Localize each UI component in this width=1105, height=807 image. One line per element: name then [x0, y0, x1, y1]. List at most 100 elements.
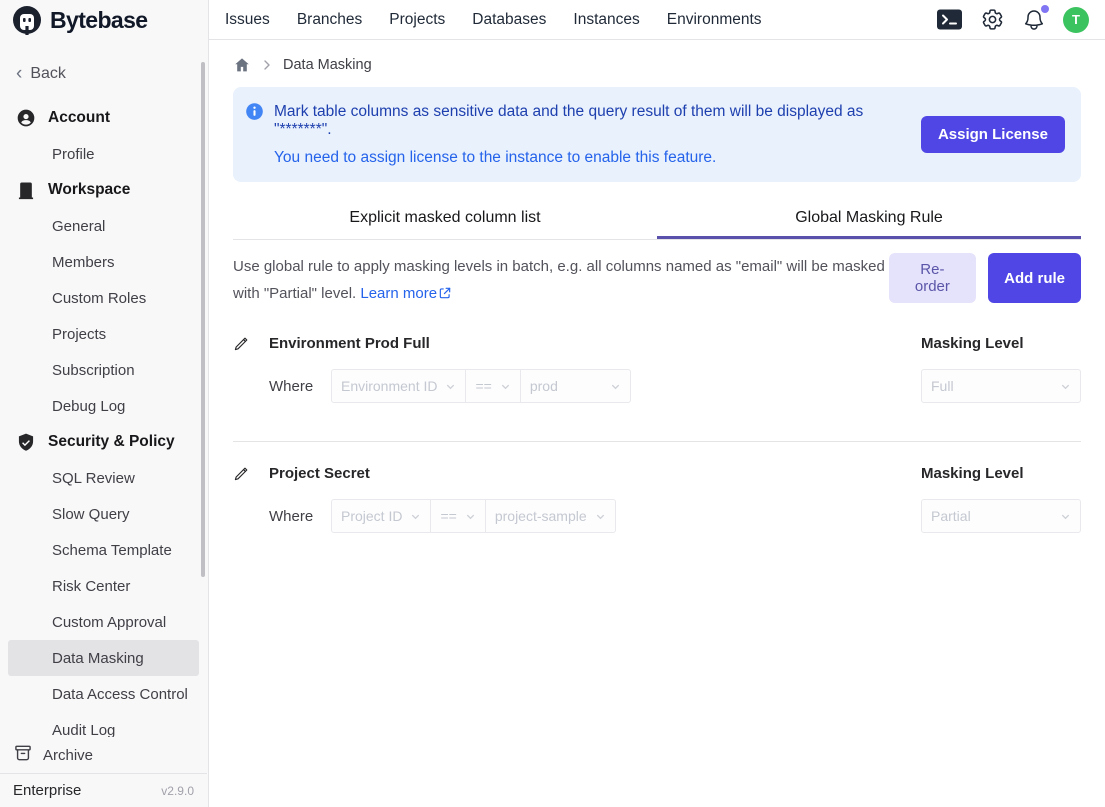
archive-label: Archive: [43, 747, 93, 764]
gear-icon[interactable]: [980, 7, 1005, 32]
reorder-button[interactable]: Re-order: [889, 253, 977, 303]
breadcrumb-current: Data Masking: [283, 57, 372, 73]
chevron-down-icon: [465, 511, 476, 522]
banner-text: Mark table columns as sensitive data and…: [274, 102, 911, 167]
sidebar-item-data-access-control[interactable]: Data Access Control: [8, 676, 199, 712]
add-rule-button[interactable]: Add rule: [988, 253, 1081, 303]
masking-level-select[interactable]: Full: [921, 369, 1081, 403]
chevron-down-icon: [500, 381, 511, 392]
archive-icon: [13, 743, 33, 767]
banner-line1: Mark table columns as sensitive data and…: [274, 103, 911, 139]
sidebar-item-data-masking[interactable]: Data Masking: [8, 640, 199, 676]
building-icon: [16, 180, 36, 200]
main-content: Data Masking Mark table columns as sensi…: [209, 40, 1105, 807]
sidebar-section-account: Account: [8, 100, 199, 136]
bytebase-settings-page: Bytebase ‹ Back Account Profile Workspac…: [0, 0, 1105, 807]
condition-value-select[interactable]: prod: [520, 369, 631, 403]
rule-actions: Re-order Add rule: [889, 253, 1081, 303]
condition-group: Project ID == project-sample: [331, 499, 616, 533]
sidebar-item-risk-center[interactable]: Risk Center: [8, 568, 199, 604]
top-navigation-bar: Issues Branches Projects Databases Insta…: [209, 0, 1105, 40]
masking-level-label: Masking Level: [921, 335, 1081, 352]
sidebar-item-archive[interactable]: Archive: [0, 737, 207, 773]
section-label: Account: [48, 109, 110, 127]
masking-level-label: Masking Level: [921, 465, 1081, 482]
sidebar-section-workspace: Workspace: [8, 172, 199, 208]
breadcrumb: Data Masking: [233, 52, 1081, 78]
sidebar-section-security-policy: Security & Policy: [8, 424, 199, 460]
chevron-down-icon: [410, 511, 421, 522]
masking-level-select[interactable]: Partial: [921, 499, 1081, 533]
rule-title: Project Secret: [269, 465, 921, 482]
sidebar-item-members[interactable]: Members: [8, 244, 199, 280]
topbar-actions: T: [936, 7, 1089, 33]
learn-more-label: Learn more: [360, 285, 437, 302]
rule-condition: Where Project ID == project-sample: [269, 499, 921, 533]
section-label: Security & Policy: [48, 433, 175, 451]
sidebar-item-schema-template[interactable]: Schema Template: [8, 532, 199, 568]
plan-label: Enterprise: [13, 782, 81, 799]
condition-operator-select[interactable]: ==: [465, 369, 520, 403]
condition-value-select[interactable]: project-sample: [485, 499, 616, 533]
bytebase-logo[interactable]: Bytebase: [0, 0, 208, 40]
nav-item-environments[interactable]: Environments: [667, 11, 762, 29]
edit-rule-icon[interactable]: [233, 465, 269, 482]
sidebar-item-profile[interactable]: Profile: [8, 136, 199, 172]
section-label: Workspace: [48, 181, 130, 199]
condition-factor-select[interactable]: Project ID: [331, 499, 431, 533]
condition-group: Environment ID == prod: [331, 369, 631, 403]
home-icon[interactable]: [233, 56, 251, 74]
sidebar-footer: Enterprise v2.9.0: [0, 773, 207, 807]
bytebase-logo-icon: [12, 5, 42, 35]
masking-tabs: Explicit masked column list Global Maski…: [233, 196, 1081, 240]
description-text: Use global rule to apply masking levels …: [233, 258, 885, 302]
masking-rule-environment-prod-full: Environment Prod Full Masking Level Wher…: [233, 335, 1081, 403]
bell-icon[interactable]: [1022, 8, 1046, 32]
avatar[interactable]: T: [1063, 7, 1089, 33]
banner-line2: You need to assign license to the instan…: [274, 149, 911, 167]
shield-check-icon: [16, 432, 36, 452]
brand-name: Bytebase: [50, 7, 147, 34]
chevron-down-icon: [595, 511, 606, 522]
sql-editor-icon[interactable]: [936, 8, 963, 31]
chevron-left-icon: ‹: [16, 64, 22, 83]
rule-condition: Where Environment ID == prod: [269, 369, 921, 403]
sidebar-nav: ‹ Back Account Profile Workspace General…: [0, 40, 207, 739]
edit-rule-icon[interactable]: [233, 335, 269, 352]
rule-list-header: Use global rule to apply masking levels …: [233, 253, 1081, 307]
sidebar-item-debug-log[interactable]: Debug Log: [8, 388, 199, 424]
nav-item-instances[interactable]: Instances: [573, 11, 639, 29]
condition-factor-select[interactable]: Environment ID: [331, 369, 466, 403]
nav-item-projects[interactable]: Projects: [389, 11, 445, 29]
rule-list-description: Use global rule to apply masking levels …: [233, 253, 889, 307]
chevron-right-icon: [261, 59, 273, 71]
where-label: Where: [269, 508, 331, 525]
chevron-down-icon: [610, 381, 621, 392]
learn-more-link[interactable]: Learn more: [360, 285, 452, 302]
version-label: v2.9.0: [161, 784, 194, 798]
tab-explicit-masked-column-list[interactable]: Explicit masked column list: [233, 196, 657, 239]
nav-item-databases[interactable]: Databases: [472, 11, 546, 29]
settings-sidebar: Bytebase ‹ Back Account Profile Workspac…: [0, 0, 209, 807]
sidebar-item-subscription[interactable]: Subscription: [8, 352, 199, 388]
sidebar-item-custom-approval[interactable]: Custom Approval: [8, 604, 199, 640]
sidebar-item-slow-query[interactable]: Slow Query: [8, 496, 199, 532]
nav-item-issues[interactable]: Issues: [225, 11, 270, 29]
rule-title: Environment Prod Full: [269, 335, 921, 352]
sidebar-item-projects[interactable]: Projects: [8, 316, 199, 352]
back-button[interactable]: ‹ Back: [8, 60, 199, 88]
where-label: Where: [269, 378, 331, 395]
sidebar-item-general[interactable]: General: [8, 208, 199, 244]
assign-license-button[interactable]: Assign License: [921, 116, 1065, 153]
masking-rule-project-secret: Project Secret Masking Level Where Proje…: [233, 441, 1081, 533]
condition-operator-select[interactable]: ==: [430, 499, 485, 533]
sidebar-item-sql-review[interactable]: SQL Review: [8, 460, 199, 496]
sidebar-item-custom-roles[interactable]: Custom Roles: [8, 280, 199, 316]
chevron-down-icon: [1060, 381, 1071, 392]
tab-global-masking-rule[interactable]: Global Masking Rule: [657, 196, 1081, 239]
sidebar-scrollbar[interactable]: [201, 62, 205, 577]
chevron-down-icon: [445, 381, 456, 392]
nav-item-branches[interactable]: Branches: [297, 11, 362, 29]
sidebar-item-audit-log[interactable]: Audit Log: [8, 712, 199, 739]
user-icon: [16, 108, 36, 128]
